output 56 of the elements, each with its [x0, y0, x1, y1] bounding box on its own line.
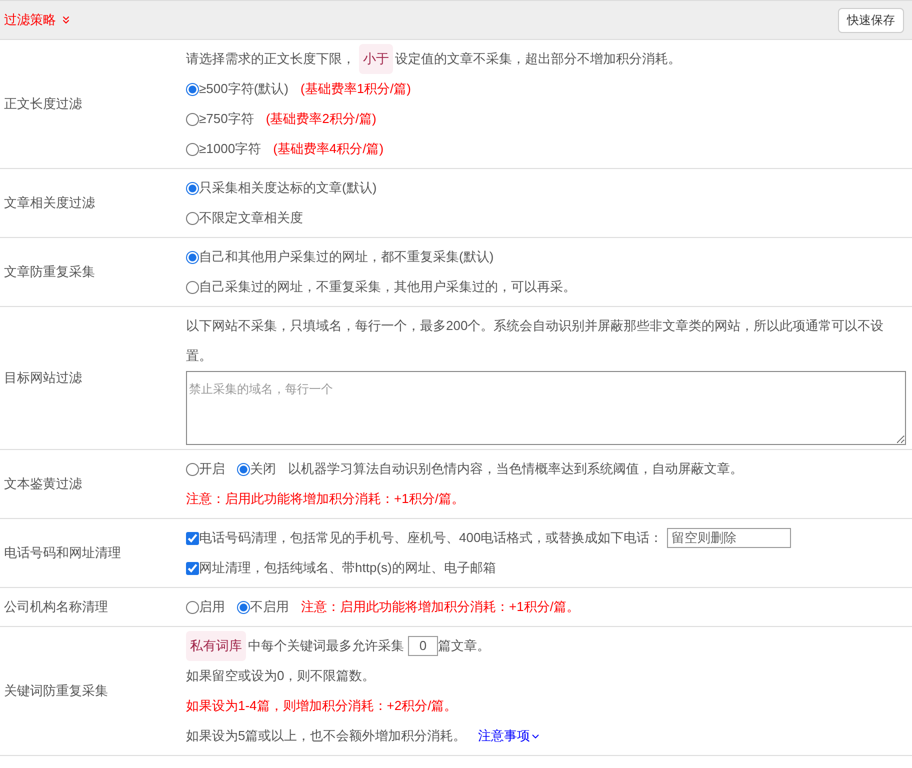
- radio-label: 关闭: [250, 460, 276, 478]
- warning-text: 如果设为1-4篇，则增加积分消耗：+2积分/篇。: [186, 697, 458, 715]
- description-text: 如果留空或设为0，则不限篇数。: [186, 667, 376, 685]
- quick-save-button[interactable]: 快速保存: [838, 8, 904, 32]
- description-text: 设定值的文章不采集，超出部分不增加积分消耗。: [395, 50, 681, 68]
- radio-label: 自己和其他用户采集过的网址，都不重复采集(默认): [199, 248, 494, 266]
- row-label: 正文长度过滤: [4, 95, 82, 114]
- radio-label: 不限定文章相关度: [199, 209, 303, 227]
- checkbox-label: 网址清理，包括纯域名、带http(s)的网址、电子邮箱: [199, 559, 496, 577]
- row-label: 公司机构名称清理: [4, 598, 108, 616]
- notes-link[interactable]: 注意事项: [478, 721, 542, 751]
- radio-label: 只采集相关度达标的文章(默认): [199, 179, 377, 197]
- radio-button[interactable]: [186, 280, 199, 294]
- domain-textarea[interactable]: 禁止采集的域名，每行一个: [186, 371, 906, 445]
- row-label: 目标网站过滤: [4, 369, 82, 388]
- description-text: 以机器学习算法自动识别色情内容，当色情概率达到系统阈值，自动屏蔽文章。: [288, 460, 743, 478]
- radio-button[interactable]: [186, 82, 199, 96]
- radio-button[interactable]: [237, 462, 250, 476]
- warning-text: (基础费率1积分/篇): [300, 80, 411, 98]
- radio-label: 开启: [199, 460, 225, 478]
- checkbox[interactable]: [186, 532, 199, 544]
- radio-label: 自己采集过的网址，不重复采集，其他用户采集过的，可以再采。: [199, 278, 576, 296]
- checkbox[interactable]: [186, 562, 199, 574]
- radio-button[interactable]: [186, 112, 199, 126]
- warning-text: (基础费率2积分/篇): [266, 110, 376, 128]
- description-text: 篇文章。: [438, 637, 490, 655]
- radio-button[interactable]: [186, 212, 199, 224]
- radio-button[interactable]: [186, 142, 199, 156]
- radio-button[interactable]: [186, 462, 199, 476]
- checkbox-label: 电话号码清理，包括常见的手机号、座机号、400电话格式，或替换成如下电话：: [199, 529, 663, 547]
- radio-button[interactable]: [186, 600, 199, 614]
- row-label: 文本鉴黄过滤: [4, 475, 82, 494]
- radio-button[interactable]: [186, 250, 199, 264]
- radio-label: 不启用: [250, 598, 289, 616]
- warning-text: (基础费率4积分/篇): [273, 140, 384, 158]
- row-label: 电话号码和网址清理: [4, 544, 121, 562]
- row-label: 文章相关度过滤: [4, 194, 95, 212]
- description-text: 如果设为5篇或以上，也不会额外增加积分消耗。: [186, 727, 466, 745]
- radio-label: ≥500字符(默认): [199, 80, 288, 98]
- radio-label: ≥1000字符: [199, 140, 262, 158]
- description-text: 请选择需求的正文长度下限，: [186, 50, 355, 68]
- row-label: 关键词防重复采集: [4, 682, 108, 700]
- warning-text: 注意：启用此功能将增加积分消耗：+1积分/篇。: [186, 490, 464, 508]
- highlight-tag: 私有词库: [186, 631, 246, 661]
- radio-button[interactable]: [186, 182, 199, 194]
- warning-text: 注意：启用此功能将增加积分消耗：+1积分/篇。: [301, 598, 580, 616]
- number-input-field[interactable]: 0: [408, 636, 438, 656]
- description-text: 中每个关键词最多允许采集: [248, 637, 404, 655]
- highlight-tag: 小于: [359, 44, 393, 74]
- description-text: 以下网站不采集，只填域名，每行一个，最多200个。系统会自动识别并屏蔽那些非文章类的网站，所以此项通常可以不设置。: [186, 317, 885, 365]
- radio-button[interactable]: [237, 600, 250, 614]
- phone-input-field[interactable]: 留空则删除: [666, 528, 791, 548]
- radio-label: 启用: [199, 598, 225, 616]
- double-chevron-down-icon: [60, 14, 72, 26]
- radio-label: ≥750字符: [199, 110, 254, 128]
- row-label: 文章防重复采集: [4, 263, 95, 282]
